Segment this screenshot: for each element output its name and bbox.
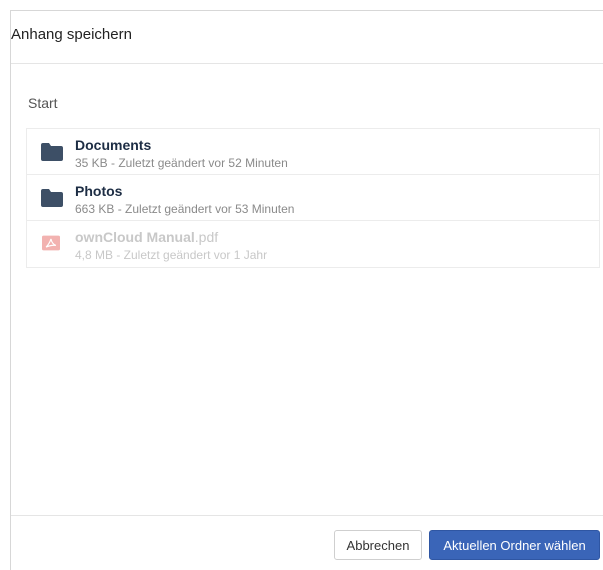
folder-icon	[41, 189, 63, 207]
pdf-file-icon	[42, 235, 60, 251]
file-meta: 35 KB - Zuletzt geändert vor 52 Minuten	[75, 156, 288, 170]
file-row-photos[interactable]: Photos 663 KB - Zuletzt geändert vor 53 …	[27, 175, 599, 221]
breadcrumb-start[interactable]: Start	[28, 95, 58, 111]
file-row-owncloud-manual: ownCloud Manual.pdf 4,8 MB - Zuletzt geä…	[27, 221, 599, 267]
file-name: Photos	[75, 183, 123, 199]
file-name: ownCloud Manual.pdf	[75, 229, 219, 245]
dialog-header: Anhang speichern	[11, 11, 603, 64]
dialog-footer: Abbrechen Aktuellen Ordner wählen	[11, 515, 603, 570]
save-attachment-dialog: Anhang speichern Start Documents 35 KB -…	[10, 10, 603, 570]
file-meta: 663 KB - Zuletzt geändert vor 53 Minuten	[75, 202, 295, 216]
cancel-button[interactable]: Abbrechen	[334, 530, 422, 560]
choose-current-folder-button[interactable]: Aktuellen Ordner wählen	[429, 530, 600, 560]
file-list: Documents 35 KB - Zuletzt geändert vor 5…	[26, 128, 600, 268]
folder-icon	[41, 143, 63, 161]
file-meta: 4,8 MB - Zuletzt geändert vor 1 Jahr	[75, 248, 268, 262]
file-row-documents[interactable]: Documents 35 KB - Zuletzt geändert vor 5…	[27, 129, 599, 175]
file-name: Documents	[75, 137, 152, 153]
dialog-title: Anhang speichern	[11, 26, 132, 43]
